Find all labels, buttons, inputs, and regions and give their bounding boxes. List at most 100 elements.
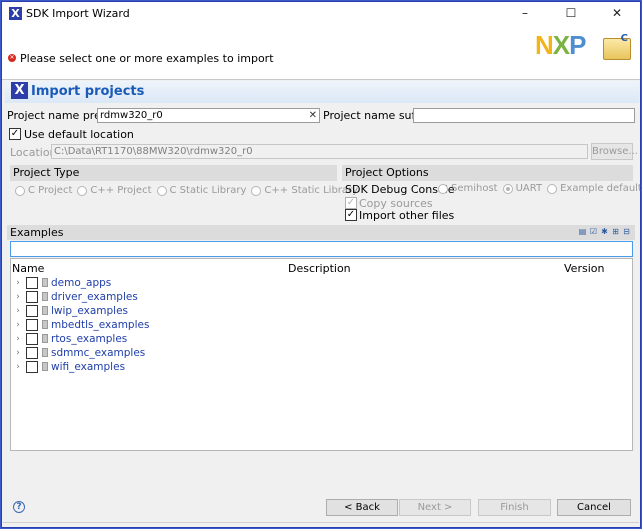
close-button[interactable]: ✕ (594, 2, 640, 24)
suffix-input[interactable] (413, 108, 635, 123)
radio-circle-icon (77, 185, 88, 196)
row-checkbox[interactable] (26, 304, 38, 317)
sdk-import-wizard-window: X SDK Import Wizard – ☐ ✕ ✕ Please selec… (0, 0, 642, 529)
tree-row-label: rtos_examples (51, 332, 128, 345)
folder-node-icon (42, 334, 48, 343)
error-icon: ✕ (8, 54, 16, 62)
tree-row[interactable]: › driver_examples (11, 290, 138, 303)
location-input[interactable]: C:\Data\RT1170\88MW320\rdmw320_r0 (51, 144, 588, 159)
radio-circle-icon (15, 185, 25, 196)
column-description[interactable]: Description (288, 262, 351, 275)
folder-node-icon (42, 278, 48, 287)
nxp-logo-n: N (535, 30, 554, 60)
nxp-logo-x: X (552, 30, 570, 60)
radio-selected-icon (502, 183, 513, 194)
import-projects-icon: X (11, 82, 28, 99)
use-default-location-checkbox[interactable]: ✓ (9, 128, 21, 140)
import-other-files-label: Import other files (359, 209, 455, 222)
tree-row[interactable]: › demo_apps (11, 276, 111, 289)
expand-arrow-icon[interactable]: › (12, 292, 24, 302)
uncheck-all-icon[interactable]: ✱ (600, 227, 609, 236)
radio-c-static-library[interactable]: C Static Library (156, 185, 246, 196)
row-checkbox[interactable] (26, 318, 38, 331)
radio-semihost[interactable]: Semihost (438, 183, 498, 194)
cancel-button[interactable]: Cancel (557, 499, 631, 516)
folder-node-icon (42, 306, 48, 315)
row-checkbox[interactable] (26, 346, 38, 359)
next-button[interactable]: Next > (399, 499, 471, 516)
nxp-logo-p: P (569, 30, 586, 60)
tree-row[interactable]: › sdmmc_examples (11, 346, 145, 359)
collapse-all-icon[interactable]: ⊟ (622, 227, 631, 236)
expand-arrow-icon[interactable]: › (12, 334, 24, 344)
tree-row-label: lwip_examples (51, 304, 129, 317)
prefix-input[interactable]: rdmw320_r0 ✕ (97, 108, 320, 123)
tree-row[interactable]: › wifi_examples (11, 360, 125, 373)
radio-cpp-static-library[interactable]: C++ Static Library (251, 185, 358, 196)
use-default-location-label: Use default location (24, 128, 134, 141)
title-bar: X SDK Import Wizard – ☐ ✕ (2, 2, 640, 24)
back-button[interactable]: < Back (326, 499, 398, 516)
expand-arrow-icon[interactable]: › (12, 320, 24, 330)
row-checkbox[interactable] (26, 360, 38, 373)
banner-message: Please select one or more examples to im… (20, 52, 274, 65)
examples-title: Examples (10, 226, 64, 239)
browse-button[interactable]: Browse... (591, 143, 638, 160)
expand-arrow-icon[interactable]: › (12, 362, 24, 372)
radio-circle-icon (251, 185, 262, 196)
radio-circle-icon (438, 183, 448, 194)
help-icon[interactable]: ? (13, 501, 25, 513)
tree-row-label: wifi_examples (51, 360, 126, 373)
wizard-banner: ✕ Please select one or more examples to … (2, 24, 640, 79)
row-checkbox[interactable] (26, 290, 38, 303)
tree-row[interactable]: › mbedtls_examples (11, 318, 149, 331)
row-checkbox[interactable] (26, 276, 38, 289)
radio-circle-icon (547, 183, 558, 194)
project-type-options: C Project C++ Project C Static Library C… (15, 185, 363, 196)
radio-uart[interactable]: UART (502, 183, 542, 194)
tree-row[interactable]: › rtos_examples (11, 332, 127, 345)
clear-icon[interactable]: ✕ (309, 109, 317, 122)
folder-badge: C (620, 33, 628, 44)
examples-filter-input[interactable] (10, 241, 633, 257)
folder-node-icon (42, 348, 48, 357)
folder-node-icon (42, 292, 48, 301)
window-title: SDK Import Wizard (26, 6, 130, 20)
expand-arrow-icon[interactable]: › (12, 306, 24, 316)
tree-row[interactable]: › lwip_examples (11, 304, 128, 317)
project-options-header: Project Options (342, 165, 633, 181)
examples-table: Name Description Version › demo_apps › d… (10, 258, 633, 451)
tree-row-label: demo_apps (51, 276, 112, 289)
row-checkbox[interactable] (26, 332, 38, 345)
expand-all-icon[interactable]: ⊞ (611, 227, 620, 236)
mcuxpresso-app-icon: X (9, 6, 22, 20)
check-all-icon[interactable]: ☑ (589, 227, 598, 236)
radio-example-default[interactable]: Example default (547, 183, 642, 194)
expand-arrow-icon[interactable]: › (12, 348, 24, 358)
prefix-value: rdmw320_r0 (100, 110, 163, 121)
bottom-border (3, 522, 639, 523)
column-name[interactable]: Name (12, 262, 44, 275)
tree-row-label: mbedtls_examples (51, 318, 150, 331)
expand-arrow-icon[interactable]: › (12, 278, 24, 288)
radio-circle-icon (156, 185, 167, 196)
nxp-logo: NXP (535, 30, 586, 61)
radio-cpp-project[interactable]: C++ Project (77, 185, 152, 196)
folder-icon: C (603, 33, 631, 60)
radio-c-project[interactable]: C Project (15, 185, 72, 196)
import-other-files-checkbox[interactable]: ✓ (345, 209, 357, 221)
examples-header: Examples ▤ ☑ ✱ ⊞ ⊟ (7, 225, 635, 240)
filter-icon[interactable]: ▤ (578, 227, 587, 236)
minimize-button[interactable]: – (502, 2, 548, 24)
tree-row-label: sdmmc_examples (51, 346, 146, 359)
finish-button[interactable]: Finish (478, 499, 551, 516)
project-type-header: Project Type (10, 165, 337, 181)
folder-node-icon (42, 320, 48, 329)
tree-row-label: driver_examples (51, 290, 138, 303)
maximize-button[interactable]: ☐ (548, 2, 594, 24)
column-version[interactable]: Version (564, 262, 604, 275)
location-value: C:\Data\RT1170\88MW320\rdmw320_r0 (54, 146, 253, 157)
copy-sources-checkbox[interactable]: ✓ (345, 197, 357, 209)
debug-console-options: Semihost UART Example default (438, 183, 642, 194)
folder-node-icon (42, 362, 48, 371)
